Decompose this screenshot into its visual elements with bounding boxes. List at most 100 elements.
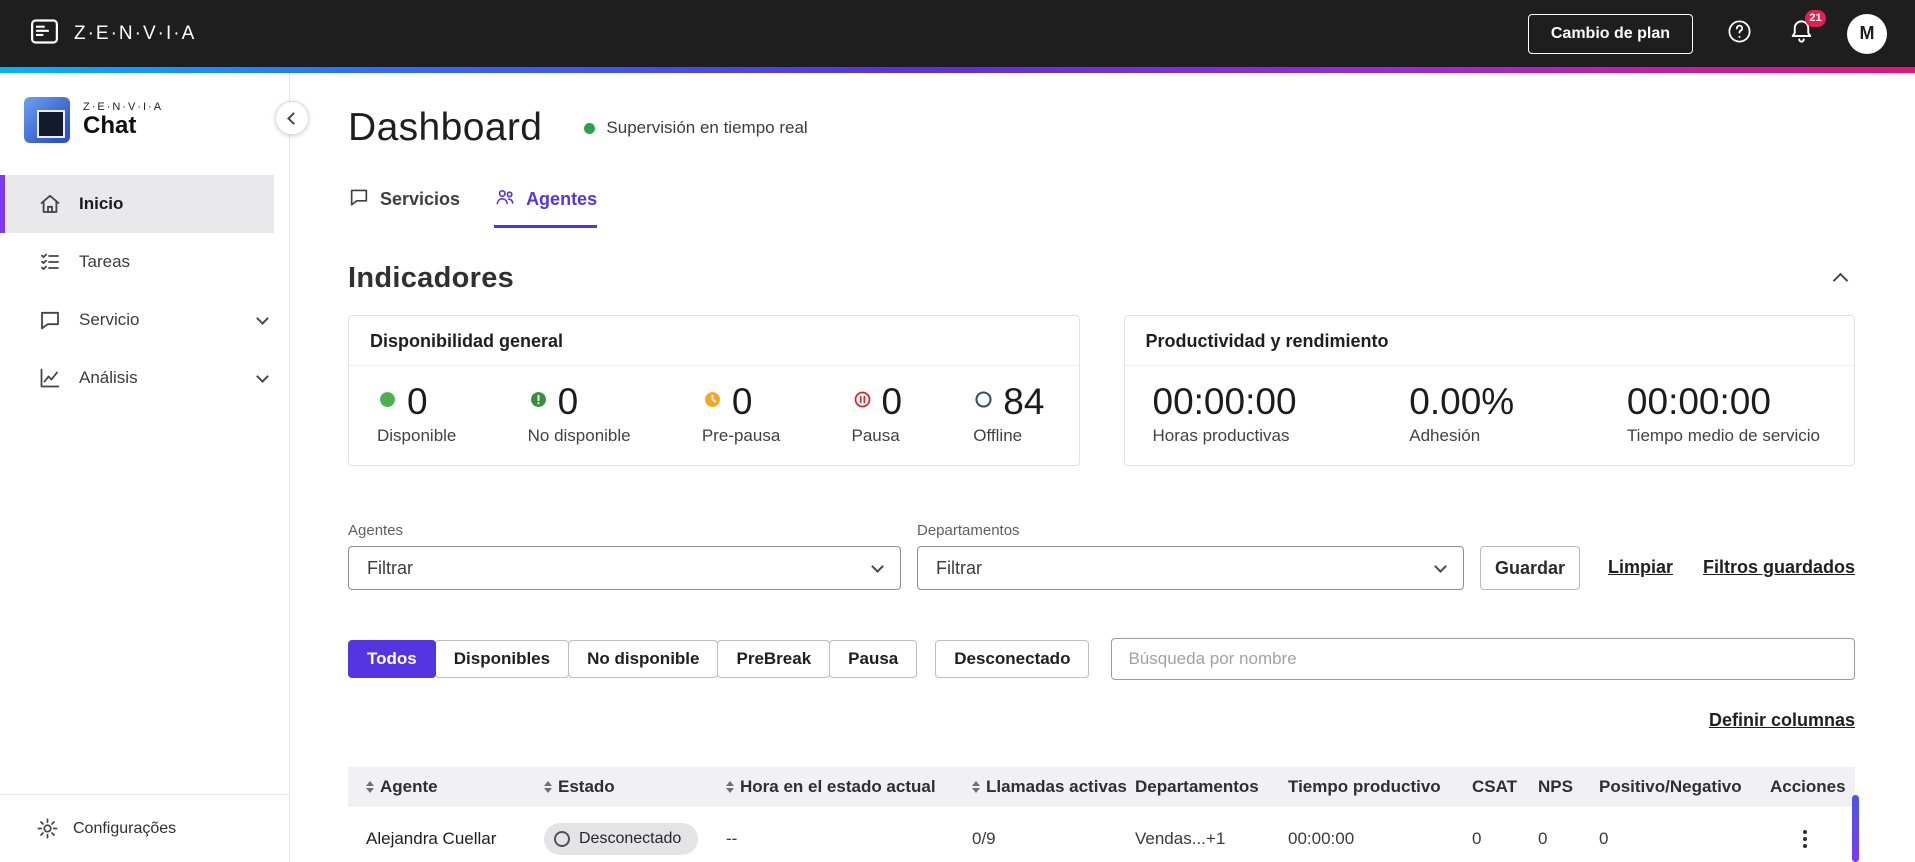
status-cell: Desconectado bbox=[544, 823, 726, 855]
sidebar-item-inicio[interactable]: Inicio bbox=[0, 175, 274, 233]
live-dot bbox=[584, 122, 596, 134]
sort-icon bbox=[544, 781, 552, 793]
dashboard-tabs: Servicios Agentes bbox=[348, 186, 1855, 228]
topbar: Z·E·N·V·I·A Cambio de plan 21 M bbox=[0, 0, 1915, 67]
departments-filter-label: Departamentos bbox=[917, 522, 1020, 539]
pause-icon bbox=[852, 389, 873, 415]
availability-card-title: Disponibilidad general bbox=[349, 316, 1079, 366]
status-chip-prebreak[interactable]: PreBreak bbox=[717, 640, 831, 678]
departments-filter-select[interactable]: Filtrar bbox=[917, 546, 1464, 590]
sort-icon bbox=[726, 781, 734, 793]
stat-value: 0.00% bbox=[1409, 381, 1515, 422]
status-filter-group: Todos Disponibles No disponible PreBreak… bbox=[348, 640, 918, 678]
agents-filter-select[interactable]: Filtrar bbox=[348, 546, 901, 590]
home-icon bbox=[38, 192, 62, 216]
row-actions-button[interactable] bbox=[1796, 826, 1814, 852]
agents-tab-icon bbox=[494, 186, 516, 213]
zenvia-chat-logo: Z·E·N·V·I·A Chat bbox=[0, 73, 289, 143]
status-chip-desconectado[interactable]: Desconectado bbox=[935, 640, 1090, 678]
agents-filter-field: Agentes Filtrar bbox=[348, 522, 901, 590]
tasks-icon bbox=[38, 250, 62, 274]
kebab-icon bbox=[1803, 830, 1807, 834]
chevron-left-icon bbox=[287, 111, 300, 125]
csat-cell: 0 bbox=[1472, 829, 1482, 848]
status-badge: Desconectado bbox=[544, 823, 699, 855]
chevron-down-icon bbox=[256, 311, 269, 325]
chat-logo-icon bbox=[24, 97, 70, 143]
stat-horas-productivas: 00:00:00 Horas productivas bbox=[1153, 381, 1297, 446]
status-ring-icon bbox=[554, 831, 570, 847]
notification-badge: 21 bbox=[1805, 9, 1826, 27]
services-tab-icon bbox=[348, 186, 370, 213]
agent-name-cell: Alejandra Cuellar bbox=[366, 829, 497, 848]
gear-icon bbox=[36, 817, 59, 840]
chevron-down-icon bbox=[256, 369, 269, 383]
chat-logo-product: Chat bbox=[83, 112, 137, 140]
departments-filter-field: Departamentos Filtrar bbox=[917, 522, 1464, 590]
stat-tiempo-medio: 00:00:00 Tiempo medio de servicio bbox=[1627, 381, 1820, 446]
status-chip-disponibles[interactable]: Disponibles bbox=[434, 640, 570, 678]
indicators-title: Indicadores bbox=[348, 262, 515, 294]
agents-filter-value: Filtrar bbox=[367, 557, 413, 578]
change-plan-button[interactable]: Cambio de plan bbox=[1527, 13, 1693, 54]
productivity-card-title: Productividad y rendimiento bbox=[1124, 316, 1854, 366]
tab-agentes[interactable]: Agentes bbox=[494, 186, 598, 228]
help-button[interactable] bbox=[1723, 18, 1755, 50]
sidebar-item-configuracoes[interactable]: Configurações bbox=[0, 794, 289, 862]
stat-label: No disponible bbox=[527, 426, 631, 445]
status-chip-pausa[interactable]: Pausa bbox=[829, 640, 918, 678]
chevron-down-icon bbox=[871, 559, 884, 573]
column-header-departamentos: Departamentos bbox=[1135, 777, 1259, 796]
zenvia-logo-icon bbox=[28, 15, 61, 53]
stat-value: 0 bbox=[557, 381, 579, 422]
sidebar-item-label: Servicio bbox=[79, 310, 140, 329]
column-header-hora-estado[interactable]: Hora en el estado actual bbox=[726, 777, 972, 797]
stat-label: Offline bbox=[973, 426, 1023, 445]
status-chip-no-disponible[interactable]: No disponible bbox=[568, 640, 719, 678]
status-badge-label: Desconectado bbox=[579, 830, 682, 847]
saved-filters-link[interactable]: Filtros guardados bbox=[1703, 557, 1855, 578]
table-row: Alejandra Cuellar Desconectado -- 0/9 Ve… bbox=[348, 807, 1855, 862]
search-input[interactable] bbox=[1111, 638, 1855, 680]
sidebar-item-label: Inicio bbox=[79, 194, 124, 213]
sidebar-item-analisis[interactable]: Análisis bbox=[0, 349, 289, 407]
nps-cell: 0 bbox=[1538, 829, 1548, 848]
help-icon bbox=[1726, 18, 1753, 50]
column-header-tiempo-productivo: Tiempo productivo bbox=[1288, 777, 1441, 796]
main-content: Dashboard Supervisión en tiempo real Ser… bbox=[291, 73, 1915, 862]
stat-disponible: 0 Disponible bbox=[377, 381, 456, 446]
table-scrollbar-thumb[interactable] bbox=[1852, 795, 1859, 862]
sidebar-item-tareas[interactable]: Tareas bbox=[0, 233, 289, 291]
sort-icon bbox=[366, 781, 374, 793]
sidebar-menu: Inicio Tareas Servicio Análisis bbox=[0, 175, 289, 407]
tab-servicios[interactable]: Servicios bbox=[348, 186, 460, 228]
chart-icon bbox=[38, 366, 62, 390]
define-columns-link[interactable]: Definir columnas bbox=[1709, 710, 1855, 730]
save-filters-button[interactable]: Guardar bbox=[1480, 546, 1580, 590]
column-header-nps: NPS bbox=[1538, 777, 1573, 796]
stat-adhesion: 0.00% Adhesión bbox=[1409, 381, 1514, 446]
stat-label: Disponible bbox=[377, 426, 457, 445]
notifications-button[interactable]: 21 bbox=[1785, 9, 1826, 50]
realtime-status-label: Supervisión en tiempo real bbox=[606, 118, 808, 137]
column-header-acciones: Acciones bbox=[1770, 777, 1846, 796]
stat-pre-pausa: 0 Pre-pausa bbox=[702, 381, 780, 446]
clear-filters-link[interactable]: Limpiar bbox=[1608, 557, 1673, 578]
stat-value: 84 bbox=[1003, 381, 1045, 422]
unavailable-icon bbox=[528, 389, 549, 415]
column-header-agente[interactable]: Agente bbox=[366, 777, 544, 797]
collapse-sidebar-button[interactable] bbox=[275, 101, 309, 135]
collapse-indicators-button[interactable] bbox=[1825, 266, 1855, 292]
sidebar-footer-label: Configurações bbox=[73, 819, 177, 837]
stat-value: 00:00:00 bbox=[1626, 381, 1771, 422]
active-calls-cell: 0/9 bbox=[972, 829, 996, 848]
actions-cell bbox=[1770, 826, 1855, 852]
column-header-csat: CSAT bbox=[1472, 777, 1518, 796]
column-header-llamadas[interactable]: Llamadas activas bbox=[972, 777, 1135, 797]
sidebar: Z·E·N·V·I·A Chat Inicio Tareas Servicio bbox=[0, 73, 290, 862]
stat-pausa: 0 Pausa bbox=[852, 381, 903, 446]
column-header-estado[interactable]: Estado bbox=[544, 777, 726, 797]
status-chip-todos[interactable]: Todos bbox=[348, 640, 436, 678]
sidebar-item-servicio[interactable]: Servicio bbox=[0, 291, 289, 349]
avatar[interactable]: M bbox=[1847, 13, 1887, 54]
